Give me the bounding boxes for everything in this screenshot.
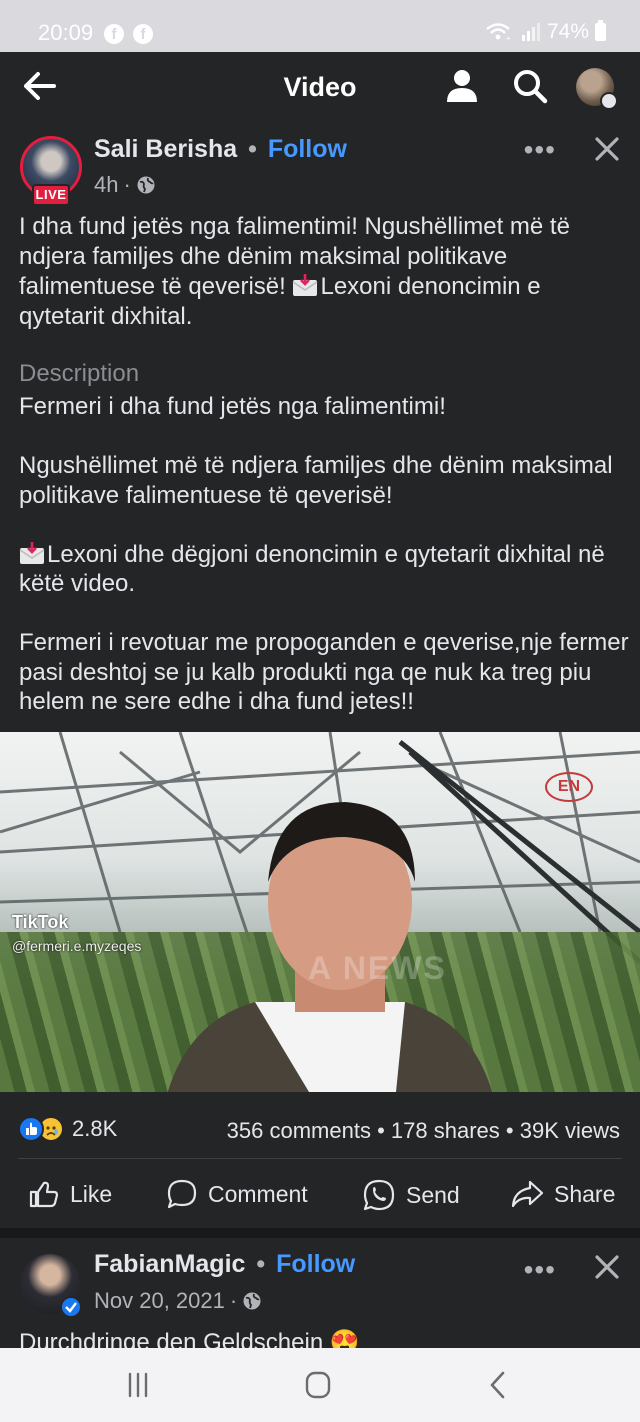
dot: • [377, 1118, 385, 1143]
separator: • [248, 135, 257, 163]
post-caption: I dha fund jetës nga falimentimi! Ngushë… [19, 212, 625, 332]
like-label: Like [70, 1180, 113, 1207]
description-paragraph: Lexoni dhe dëgjoni denoncimin e qytetari… [19, 540, 629, 599]
send-label: Send [406, 1181, 460, 1208]
incoming-mail-icon [19, 541, 45, 564]
next-post: FabianMagic • Follow Nov 20, 2021 · ••• … [0, 1238, 640, 1348]
description-paragraph: Ngushëllimet më të ndjera familjes dhe d… [19, 452, 613, 509]
feed-separator [0, 1228, 640, 1238]
wifi-icon: + [486, 23, 511, 42]
close-icon[interactable] [592, 1252, 622, 1282]
svg-text:+: + [506, 34, 511, 42]
incoming-mail-icon [293, 274, 318, 296]
chevron-down-icon [600, 92, 618, 110]
battery-percent: 74% [546, 20, 589, 43]
dot: • [505, 1118, 514, 1143]
like-button[interactable]: Like [28, 1178, 112, 1210]
verified-badge-icon [60, 1296, 82, 1318]
app-bar: Video [0, 52, 640, 122]
search-icon[interactable] [510, 66, 550, 106]
globe-icon [243, 1292, 261, 1310]
like-icon [29, 1181, 59, 1208]
status-bar: 20:09 f f + 74% [0, 0, 640, 52]
recent-apps-icon[interactable] [118, 1368, 158, 1402]
engagement-stats: 2.8K 356 comments • 178 shares • 39K vie… [0, 1112, 640, 1152]
share-label: Share [554, 1180, 616, 1207]
meta-dot: · [123, 172, 131, 197]
description-body: Fermeri i dha fund jetës nga falimentimi… [19, 392, 629, 746]
post-header: FabianMagic • Follow [94, 1250, 355, 1279]
post-meta: 4h · [94, 172, 156, 198]
post-meta: Nov 20, 2021 · [94, 1288, 262, 1314]
video-watermark: A NEWS [308, 950, 447, 986]
system-nav-bar [0, 1348, 640, 1422]
shares-count[interactable]: 178 shares [391, 1118, 500, 1143]
author-name[interactable]: Sali Berisha [94, 135, 237, 163]
home-icon[interactable] [298, 1368, 338, 1402]
post-time[interactable]: 4h [94, 172, 118, 198]
post-text: Durchdringe den Geldschein 😍 [19, 1329, 360, 1348]
description-paragraph: Fermeri i dha fund jetës nga falimentimi… [19, 393, 446, 420]
facebook-icon: f [104, 24, 124, 44]
tiktok-label: TikTok [12, 912, 69, 932]
video-post: LIVE Sali Berisha • Follow 4h · ••• I dh… [0, 122, 640, 1228]
reactions[interactable]: 2.8K [18, 1116, 117, 1142]
person-in-video [167, 802, 493, 1092]
post-header: Sali Berisha • Follow [94, 135, 347, 164]
more-options-icon[interactable]: ••• [524, 136, 556, 164]
whatsapp-icon [363, 1179, 395, 1211]
comment-icon [167, 1179, 197, 1209]
description-label: Description [19, 360, 140, 387]
status-indicators: + 74% [485, 20, 606, 44]
follow-button[interactable]: Follow [268, 135, 347, 163]
back-nav-icon[interactable] [478, 1368, 518, 1402]
comments-count[interactable]: 356 comments [227, 1118, 371, 1143]
video-player[interactable]: EN TikTok @fermeri.e.myzeqes A NEWS [0, 732, 640, 1092]
follow-button[interactable]: Follow [276, 1250, 355, 1278]
tiktok-handle: @fermeri.e.myzeqes [12, 938, 142, 954]
author-name[interactable]: FabianMagic [94, 1250, 245, 1278]
battery-icon [595, 20, 606, 41]
facebook-icon: f [133, 24, 153, 44]
post-actions: Like Comment Send Share [0, 1172, 640, 1222]
more-options-icon[interactable]: ••• [524, 1256, 556, 1284]
description-text: Lexoni dhe dëgjoni denoncimin e qytetari… [19, 540, 605, 598]
signal-icon [521, 23, 540, 41]
profile-icon[interactable] [442, 66, 482, 106]
send-button[interactable]: Send [362, 1178, 460, 1212]
status-time: 20:09 [38, 20, 94, 45]
globe-icon [137, 176, 155, 194]
share-icon [511, 1180, 544, 1208]
meta-dot: · [229, 1288, 238, 1313]
account-avatar[interactable] [576, 68, 618, 110]
channel-logo: EN [545, 772, 593, 802]
description-paragraph: Fermeri i revotuar me propoganden e qeve… [19, 629, 629, 715]
close-icon[interactable] [592, 134, 622, 164]
divider [18, 1158, 622, 1159]
live-badge: LIVE [32, 184, 70, 206]
comment-label: Comment [208, 1180, 308, 1207]
post-date[interactable]: Nov 20, 2021 [94, 1288, 225, 1314]
like-reaction-icon [18, 1116, 44, 1142]
counts: 356 comments • 178 shares • 39K views [227, 1118, 620, 1144]
separator: • [256, 1250, 266, 1278]
reactions-count: 2.8K [72, 1116, 118, 1141]
share-button[interactable]: Share [510, 1178, 615, 1210]
comment-button[interactable]: Comment [166, 1178, 308, 1210]
views-count: 39K views [519, 1118, 620, 1143]
